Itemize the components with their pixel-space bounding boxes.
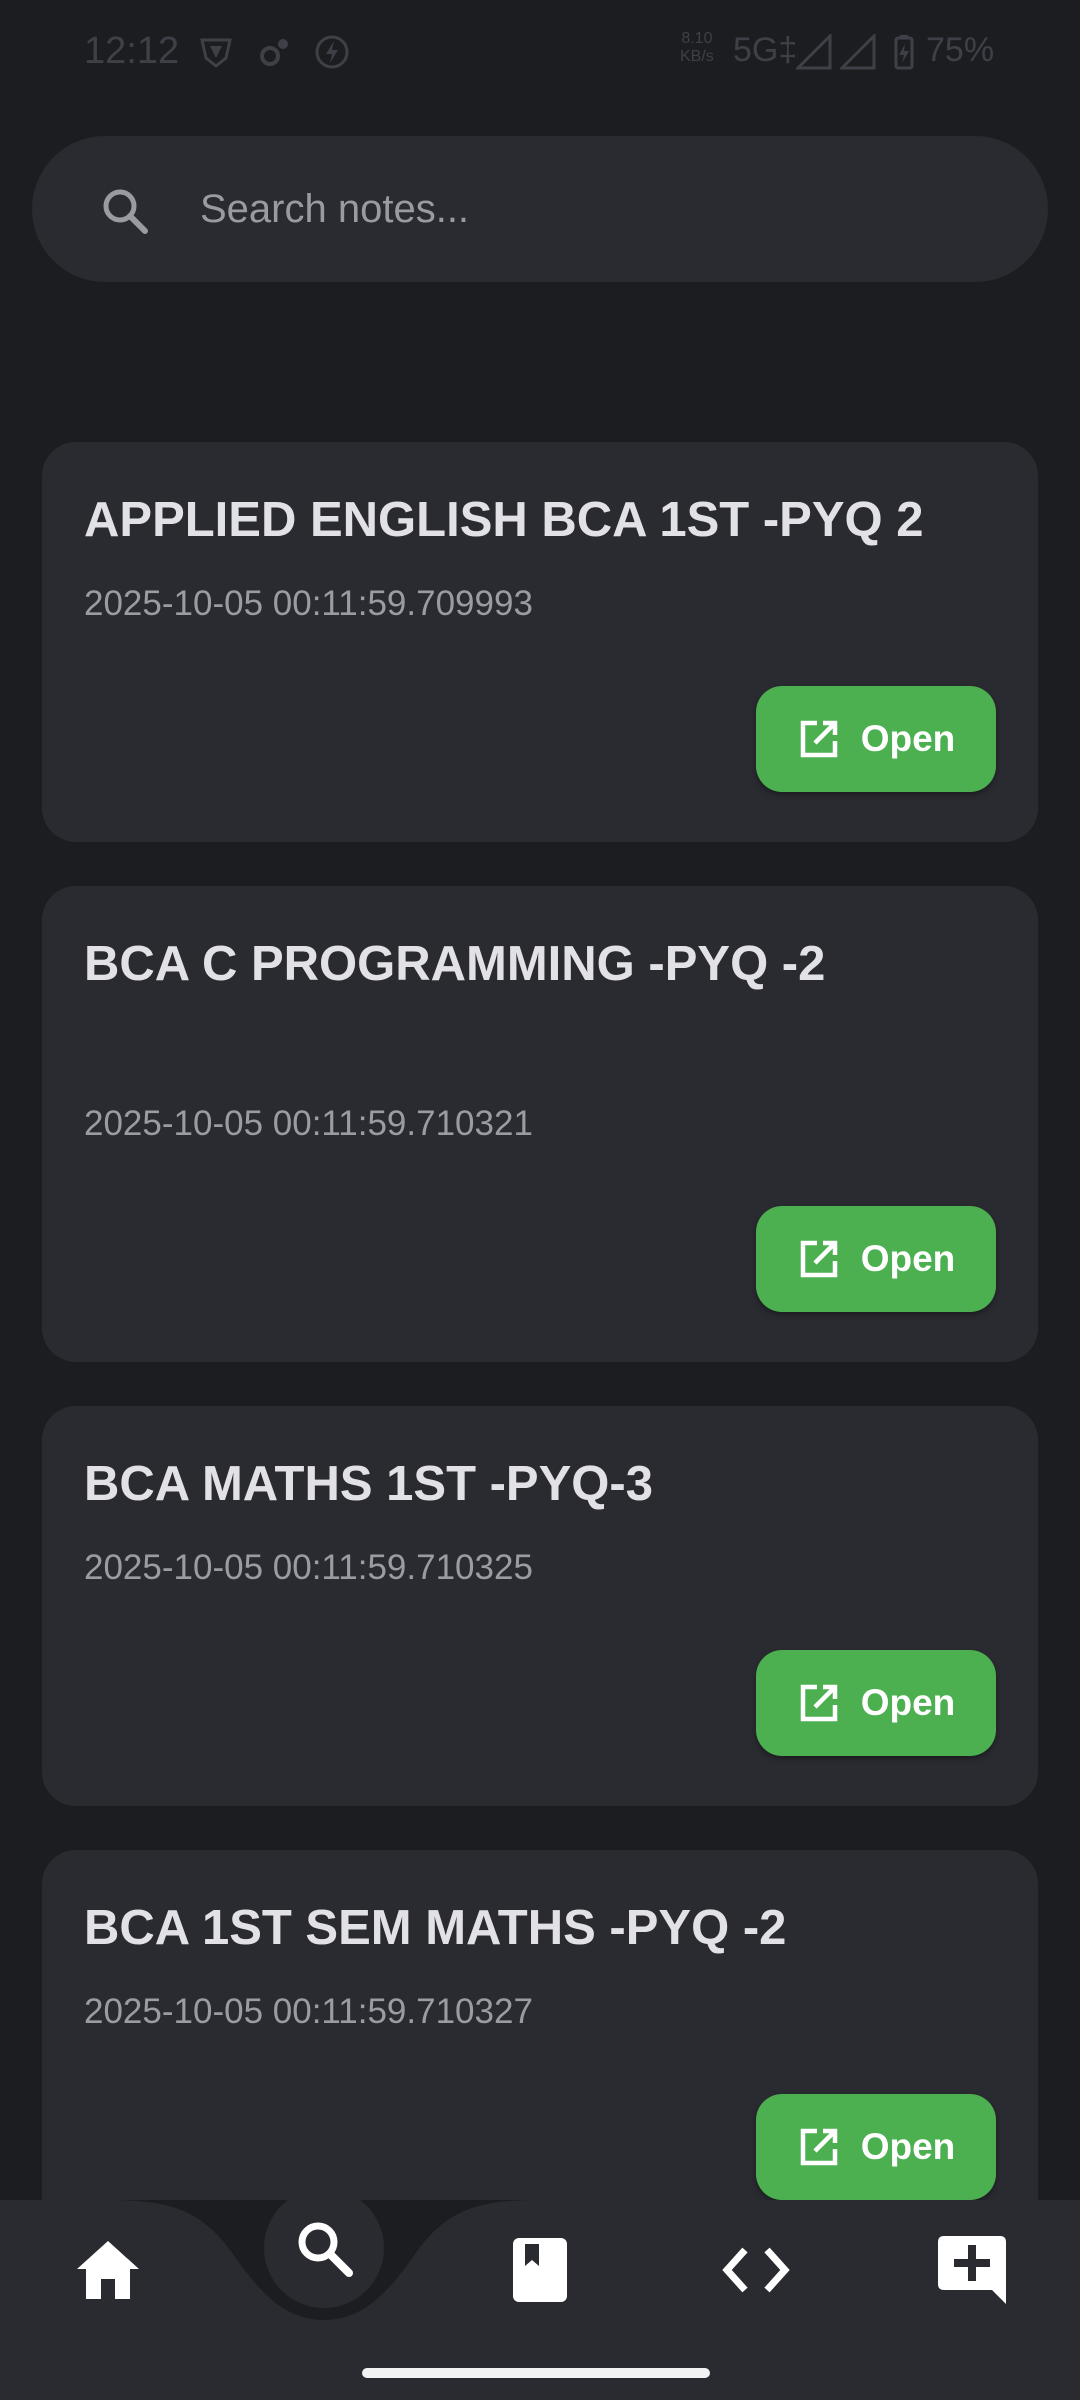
open-button[interactable]: Open — [756, 686, 996, 792]
note-date: 2025-10-05 00:11:59.709993 — [84, 584, 533, 623]
open-external-icon — [800, 1240, 837, 1278]
note-title: BCA MATHS 1ST -PYQ-3 — [84, 1457, 653, 1511]
open-external-icon — [800, 1684, 837, 1722]
notes-list[interactable]: APPLIED ENGLISH BCA 1ST -PYQ 2 2025-10-0… — [0, 0, 1080, 2200]
nav-search[interactable] — [264, 2188, 384, 2308]
note-date: 2025-10-05 00:11:59.710321 — [84, 1104, 533, 1143]
open-button-label: Open — [860, 718, 956, 759]
book-icon — [513, 2238, 567, 2302]
note-title: APPLIED ENGLISH BCA 1ST -PYQ 2 — [84, 493, 924, 547]
open-button[interactable]: Open — [756, 1206, 996, 1312]
home-indicator[interactable] — [362, 2368, 710, 2378]
open-external-icon — [800, 720, 837, 758]
open-button-label: Open — [860, 2126, 956, 2167]
search-icon — [298, 2222, 353, 2277]
open-external-icon — [800, 2128, 837, 2166]
note-card[interactable]: BCA 1ST SEM MATHS -PYQ -2 2025-10-05 00:… — [42, 1850, 1038, 2200]
note-title: BCA C PROGRAMMING -PYQ -2 — [84, 937, 826, 991]
note-title: BCA 1ST SEM MATHS -PYQ -2 — [84, 1901, 787, 1955]
nav-library[interactable] — [490, 2220, 590, 2320]
note-card[interactable]: APPLIED ENGLISH BCA 1ST -PYQ 2 2025-10-0… — [42, 442, 1038, 842]
nav-home[interactable] — [58, 2220, 158, 2320]
open-button-label: Open — [860, 1238, 956, 1279]
home-icon — [77, 2241, 139, 2299]
nav-code[interactable] — [706, 2220, 806, 2320]
note-card[interactable]: BCA MATHS 1ST -PYQ-3 2025-10-05 00:11:59… — [42, 1406, 1038, 1806]
add-note-icon — [938, 2236, 1006, 2304]
open-button[interactable]: Open — [756, 1650, 996, 1756]
open-button[interactable]: Open — [756, 2094, 996, 2200]
note-card[interactable]: BCA C PROGRAMMING -PYQ -2 2025-10-05 00:… — [42, 886, 1038, 1362]
nav-add-note[interactable] — [922, 2220, 1022, 2320]
note-date: 2025-10-05 00:11:59.710325 — [84, 1548, 533, 1587]
open-button-label: Open — [860, 1682, 956, 1723]
note-date: 2025-10-05 00:11:59.710327 — [84, 1992, 533, 2031]
code-icon — [722, 2247, 790, 2293]
